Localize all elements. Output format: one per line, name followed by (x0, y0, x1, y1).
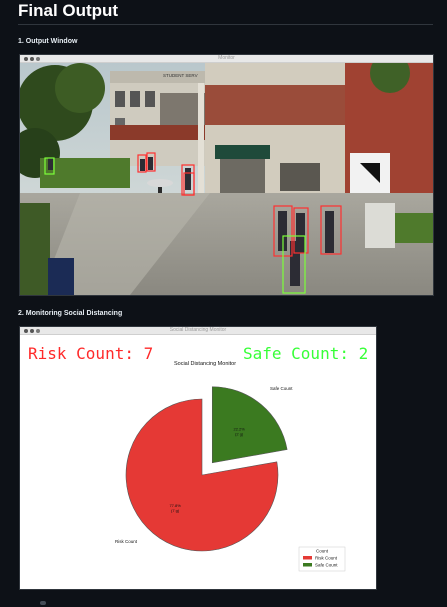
section-heading-monitoring: 2. Monitoring Social Distancing (18, 310, 123, 317)
monitor-window-titlebar: Social Distancing Monitor (20, 327, 376, 335)
pie-slice-outer-label: Risk Count (115, 539, 138, 544)
monitor-window: Social Distancing Monitor Risk Count: 7 … (19, 326, 377, 590)
trash-bin (48, 258, 74, 295)
legend-title: Count (316, 549, 329, 554)
title-divider (18, 24, 433, 25)
output-window: Monitor STUDENT SERV (19, 54, 434, 296)
monitor-window-title: Social Distancing Monitor (169, 327, 227, 333)
campus-camera-frame: STUDENT SERV (20, 63, 433, 295)
chart-title: Social Distancing Monitor (174, 361, 236, 367)
pie-slice-value-label: (7 g) (171, 508, 180, 513)
legend-swatch-risk (303, 556, 312, 560)
minimize-window-icon[interactable] (30, 56, 34, 61)
minimize-window-icon[interactable] (30, 328, 34, 333)
chart-legend: Count Risk Count Safe Count (298, 546, 346, 572)
page-title: Final Output (18, 1, 119, 20)
maximize-window-icon[interactable] (36, 56, 40, 61)
close-window-icon[interactable] (24, 328, 28, 333)
scroll-indicator (40, 601, 46, 605)
pie-chart: Social Distancing Monitor 22.2%(2 g)Safe… (115, 361, 346, 572)
building-sign: STUDENT SERV (163, 73, 198, 78)
pie-slice-value-label: (2 g) (235, 432, 244, 437)
output-window-title: Monitor (218, 55, 235, 61)
pie-slice-safe-count (211, 386, 288, 464)
maximize-window-icon[interactable] (36, 328, 40, 333)
output-window-titlebar: Monitor (20, 55, 433, 63)
legend-label-safe: Safe Count (315, 563, 338, 568)
final-output-page: Final Output 1. Output Window Monitor ST… (0, 0, 447, 607)
legend-label-risk: Risk Count (315, 556, 338, 561)
pie-slices: 22.2%(2 g)Safe Count77.8%(7 g)Risk Count (115, 386, 293, 552)
legend-swatch-safe (303, 563, 312, 567)
close-window-icon[interactable] (24, 56, 28, 61)
pie-slice-outer-label: Safe Count (270, 386, 293, 391)
section-heading-output-window: 1. Output Window (18, 38, 78, 45)
